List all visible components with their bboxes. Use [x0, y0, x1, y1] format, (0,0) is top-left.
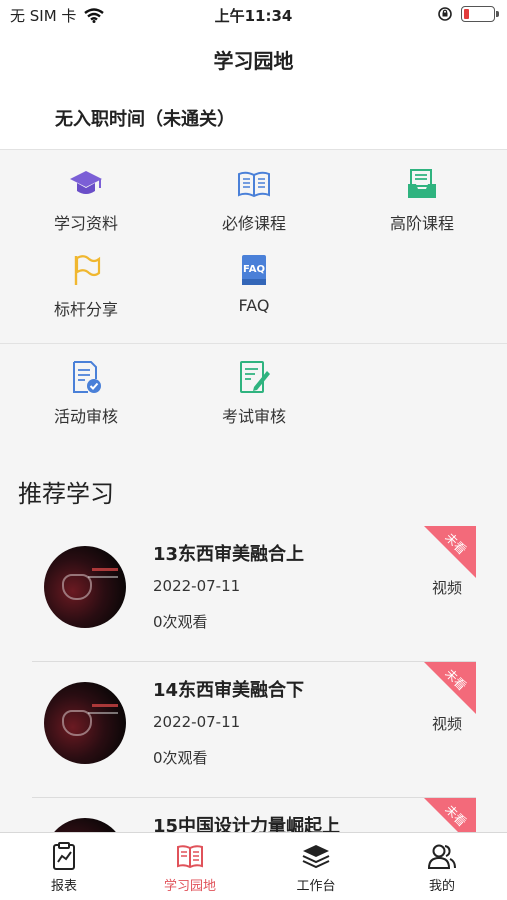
status-right: [437, 6, 499, 22]
tab-label: 学习园地: [163, 879, 216, 894]
layers-icon: [302, 845, 330, 869]
course-thumbnail: [44, 682, 126, 764]
grid-item-label: 考试审核: [221, 407, 286, 426]
users-icon: [427, 844, 456, 869]
course-title: 13东西审美融合上: [153, 544, 305, 565]
tab-bar: 报表 学习园地 工作台 我的: [0, 832, 507, 900]
course-date: 2022-07-11: [153, 577, 241, 595]
recommend-title: 推荐学习: [18, 480, 114, 508]
tab-label: 工作台: [296, 879, 336, 894]
course-type: 视频: [431, 579, 462, 597]
course-type: 视频: [431, 715, 462, 733]
faq-book-icon: FAQ: [242, 255, 266, 285]
badge-label: 未看: [442, 666, 470, 694]
page-title: 学习园地: [213, 49, 294, 73]
svg-text:FAQ: FAQ: [243, 264, 265, 275]
course-date: 2022-07-11: [153, 713, 241, 731]
course-views: 0次观看: [153, 613, 208, 631]
feature-grid: 学习资料 必修课程 高阶课程 标杆分享 FAQ FAQ: [0, 150, 507, 344]
grid-item-advanced-courses[interactable]: 高阶课程: [352, 166, 492, 234]
nav-bar: 学习园地: [0, 30, 507, 86]
status-bar: 无 SIM 卡 上午11:34: [0, 0, 507, 30]
job-status-row: 无入职时间（未通关）: [0, 86, 507, 150]
unwatched-badge: 未看: [424, 526, 476, 578]
grid-item-label: 活动审核: [53, 407, 118, 426]
inbox-tray-icon: [408, 169, 436, 198]
tab-label: 报表: [50, 879, 77, 894]
grid-item-label: 必修课程: [221, 214, 286, 233]
job-status-text: 无入职时间（未通关）: [55, 109, 235, 130]
grid-item-benchmark-share[interactable]: 标杆分享: [16, 252, 156, 320]
grid-item-label: 学习资料: [53, 214, 118, 233]
grid-item-required-courses[interactable]: 必修课程: [184, 166, 324, 234]
tab-report[interactable]: 报表: [1, 841, 127, 894]
course-thumbnail: [44, 546, 126, 628]
badge-label: 未看: [442, 530, 470, 558]
grid-item-label: FAQ: [238, 296, 270, 315]
course-title: 14东西审美融合下: [153, 680, 305, 701]
grid-item-exam-review[interactable]: 考试审核: [184, 359, 324, 427]
battery-icon: [461, 6, 499, 22]
graduation-cap-icon: [70, 171, 102, 194]
review-grid: 活动审核 考试审核: [0, 345, 507, 445]
course-card[interactable]: 13东西审美融合上 2022-07-11 0次观看 视频 未看: [32, 526, 476, 662]
grid-item-study-materials[interactable]: 学习资料: [16, 166, 156, 234]
tab-study-garden[interactable]: 学习园地: [127, 841, 253, 894]
tab-workbench[interactable]: 工作台: [253, 841, 379, 894]
unwatched-badge: 未看: [424, 662, 476, 714]
tab-label: 我的: [428, 879, 455, 894]
course-views: 0次观看: [153, 749, 208, 767]
orientation-lock-icon: [438, 7, 452, 21]
grid-item-faq[interactable]: FAQ FAQ: [184, 252, 324, 315]
course-card[interactable]: 14东西审美融合下 2022-07-11 0次观看 视频 未看: [32, 662, 476, 798]
flag-icon: [74, 255, 101, 285]
tab-mine[interactable]: 我的: [379, 841, 505, 894]
grid-item-activity-review[interactable]: 活动审核: [16, 359, 156, 427]
document-edit-icon: [240, 361, 270, 393]
grid-item-label: 高阶课程: [389, 214, 454, 233]
document-check-icon: [73, 361, 101, 393]
report-clipboard-icon: [53, 842, 75, 870]
book-icon: [177, 845, 203, 869]
grid-item-label: 标杆分享: [53, 300, 118, 319]
open-book-icon: [238, 171, 270, 198]
status-time: 上午11:34: [214, 7, 293, 25]
